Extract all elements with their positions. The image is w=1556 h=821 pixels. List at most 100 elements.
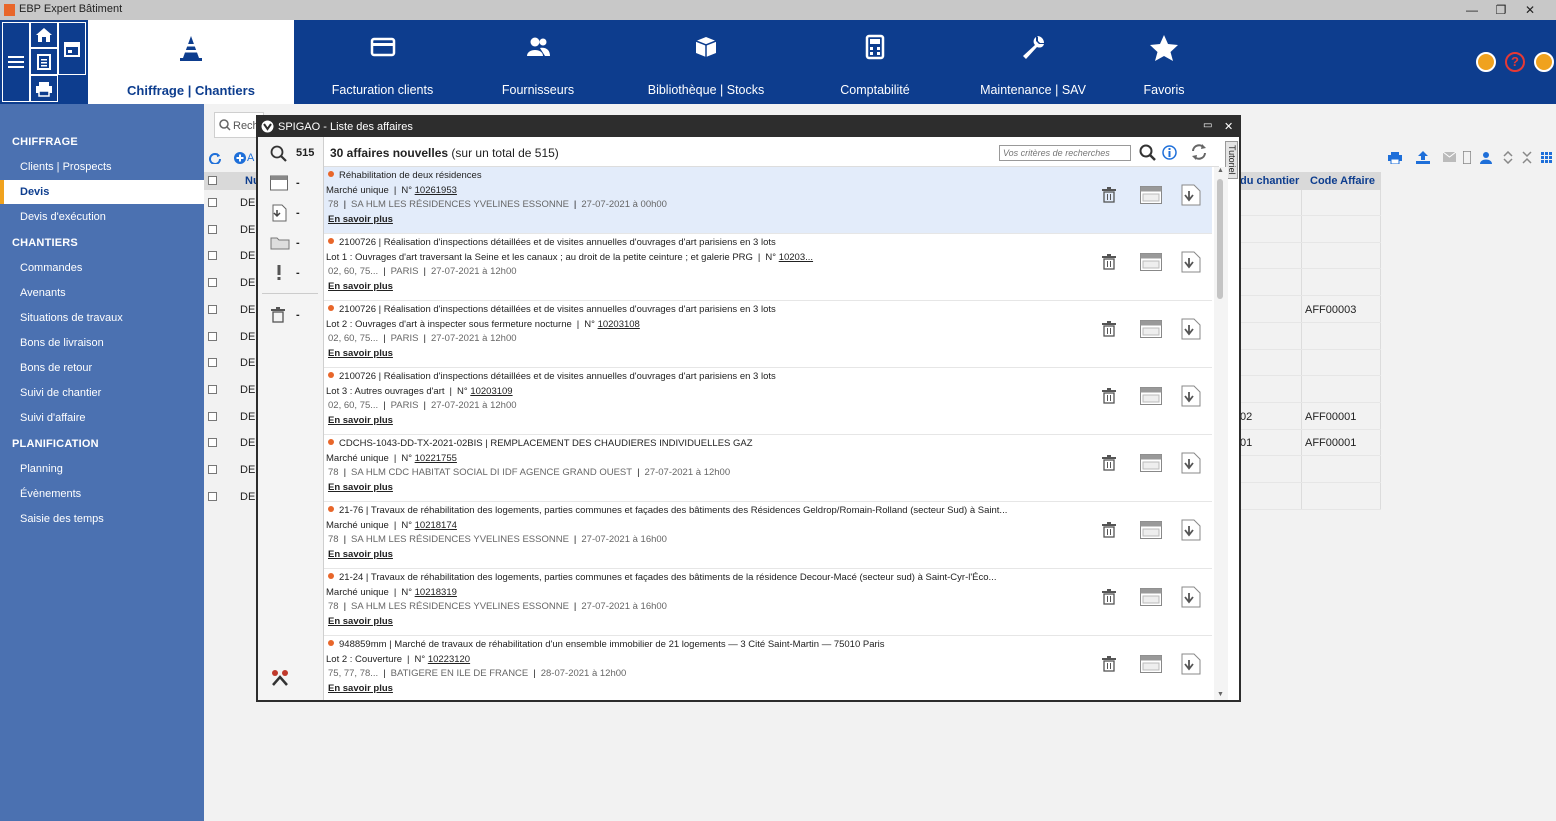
row-checkbox[interactable] (208, 278, 217, 288)
table-row-right[interactable]: AFF00003 (1240, 297, 1381, 323)
en-savoir-plus-link[interactable]: En savoir plus (328, 482, 393, 493)
filter-deleted[interactable]: - (258, 305, 324, 327)
delete-affaire-icon[interactable] (1102, 656, 1116, 675)
table-row[interactable]: DE (204, 457, 256, 483)
tab-chiffrage-chantiers[interactable]: Chiffrage | Chantiers (88, 20, 294, 104)
sidebar-item-commandes[interactable]: Commandes (20, 262, 82, 274)
affaires-scrollbar[interactable]: ▲ ▼ (1214, 167, 1228, 700)
sidebar-item-saisie-temps[interactable]: Saisie des temps (20, 513, 104, 525)
calendar-affaire-icon[interactable] (1140, 186, 1162, 207)
affaire-item[interactable]: 21-76 | Travaux de réhabilitation des lo… (324, 502, 1212, 569)
sidebar-item-bons-retour[interactable]: Bons de retour (20, 362, 92, 374)
expand-icon[interactable] (1503, 151, 1513, 164)
close-button[interactable]: ✕ (1520, 2, 1540, 18)
user-filter-icon[interactable] (1480, 151, 1492, 164)
table-row[interactable]: DE (204, 190, 256, 216)
filter-downloaded[interactable]: - (258, 203, 324, 225)
affaire-number-link[interactable]: 10261953 (415, 185, 457, 196)
affaires-search-input[interactable] (999, 145, 1131, 161)
sidebar-item-evenements[interactable]: Évènements (20, 488, 81, 500)
export-icon[interactable] (1416, 151, 1430, 164)
row-checkbox[interactable] (208, 491, 217, 501)
download-affaire-icon[interactable] (1178, 586, 1202, 611)
tab-comptabilite[interactable]: Comptabilité (810, 20, 940, 104)
sidebar-item-suivi-chantier[interactable]: Suivi de chantier (20, 387, 101, 399)
sidebar-item-planning[interactable]: Planning (20, 463, 63, 475)
download-affaire-icon[interactable] (1178, 452, 1202, 477)
table-row-right[interactable] (1240, 324, 1381, 350)
tab-bibliotheque-stocks[interactable]: Bibliothèque | Stocks (628, 20, 784, 104)
row-checkbox[interactable] (208, 331, 217, 341)
calendar-button[interactable] (58, 22, 86, 75)
calendar-affaire-icon[interactable] (1140, 253, 1162, 274)
sidebar-item-bons-livraison[interactable]: Bons de livraison (20, 337, 104, 349)
delete-affaire-icon[interactable] (1102, 321, 1116, 340)
sync-icon[interactable] (1190, 143, 1208, 161)
refresh-icon[interactable] (209, 152, 221, 164)
info-icon[interactable] (1162, 145, 1177, 160)
row-checkbox[interactable] (208, 411, 217, 421)
scroll-up-icon[interactable]: ▲ (1217, 167, 1224, 174)
restore-button[interactable]: ❐ (1491, 2, 1511, 18)
scroll-down-icon[interactable]: ▼ (1217, 691, 1224, 698)
en-savoir-plus-link[interactable]: En savoir plus (328, 616, 393, 627)
table-row-right[interactable] (1240, 190, 1381, 216)
affaire-number-link[interactable]: 10203108 (598, 319, 640, 330)
dialog-minimize-button[interactable]: ▭ (1203, 120, 1212, 131)
affaire-item[interactable]: 21-24 | Travaux de réhabilitation des lo… (324, 569, 1212, 636)
table-row-right[interactable] (1240, 350, 1381, 377)
documents-button[interactable] (30, 48, 58, 75)
filter-folder[interactable]: - (258, 233, 324, 255)
table-row-right[interactable] (1240, 377, 1381, 403)
affaire-number-link[interactable]: 10218174 (415, 520, 457, 531)
delete-affaire-icon[interactable] (1102, 388, 1116, 407)
delete-affaire-icon[interactable] (1102, 254, 1116, 273)
delete-affaire-icon[interactable] (1102, 187, 1116, 206)
help-icon[interactable]: ? (1505, 52, 1525, 72)
calendar-affaire-icon[interactable] (1140, 387, 1162, 408)
mobile-icon[interactable] (1463, 151, 1471, 164)
tab-facturation-clients[interactable]: Facturation clients (310, 20, 455, 104)
table-row[interactable]: DE (204, 430, 256, 456)
table-row-right[interactable]: 02 AFF00001 (1240, 404, 1381, 430)
en-savoir-plus-link[interactable]: En savoir plus (328, 683, 393, 694)
download-affaire-icon[interactable] (1178, 653, 1202, 678)
en-savoir-plus-link[interactable]: En savoir plus (328, 281, 393, 292)
table-row-right[interactable]: 01 AFF00001 (1240, 430, 1381, 457)
calendar-affaire-icon[interactable] (1140, 454, 1162, 475)
collapse-icon[interactable] (1522, 151, 1532, 164)
affaire-number-link[interactable]: 10203109 (470, 386, 512, 397)
add-icon[interactable] (234, 152, 246, 164)
minimize-button[interactable]: — (1462, 2, 1482, 18)
search-button-icon[interactable] (1139, 144, 1156, 161)
calendar-affaire-icon[interactable] (1140, 320, 1162, 341)
calendar-affaire-icon[interactable] (1140, 655, 1162, 676)
select-all-checkbox[interactable] (208, 176, 217, 185)
table-row[interactable]: DE (204, 484, 256, 510)
row-checkbox[interactable] (208, 384, 217, 394)
download-affaire-icon[interactable] (1178, 251, 1202, 276)
row-checkbox[interactable] (208, 304, 217, 314)
en-savoir-plus-link[interactable]: En savoir plus (328, 214, 393, 225)
table-row-right[interactable] (1240, 484, 1381, 510)
row-checkbox[interactable] (208, 465, 217, 474)
sidebar-item-devis[interactable]: Devis (0, 180, 204, 204)
row-checkbox[interactable] (208, 251, 217, 261)
sidebar-item-suivi-affaire[interactable]: Suivi d'affaire (20, 412, 86, 424)
notification-icon[interactable] (1476, 52, 1496, 72)
sidebar-item-devis-execution[interactable]: Devis d'exécution (20, 211, 106, 223)
table-row[interactable]: DE (204, 377, 256, 403)
affaire-number-link[interactable]: 10218319 (415, 587, 457, 598)
download-affaire-icon[interactable] (1178, 385, 1202, 410)
download-affaire-icon[interactable] (1178, 184, 1202, 209)
tab-favoris[interactable]: Favoris (1120, 20, 1208, 104)
delete-affaire-icon[interactable] (1102, 455, 1116, 474)
settings-icon[interactable] (1534, 52, 1554, 72)
tab-maintenance-sav[interactable]: Maintenance | SAV (968, 20, 1098, 104)
download-affaire-icon[interactable] (1178, 318, 1202, 343)
affaire-item[interactable]: CDCHS-1043-DD-TX-2021-02BIS | REMPLACEME… (324, 435, 1212, 502)
filter-calendar[interactable]: - (258, 173, 324, 195)
home-button[interactable] (30, 22, 58, 48)
scrollbar-thumb[interactable] (1217, 179, 1223, 299)
affaire-number-link[interactable]: 10223120 (428, 654, 470, 665)
